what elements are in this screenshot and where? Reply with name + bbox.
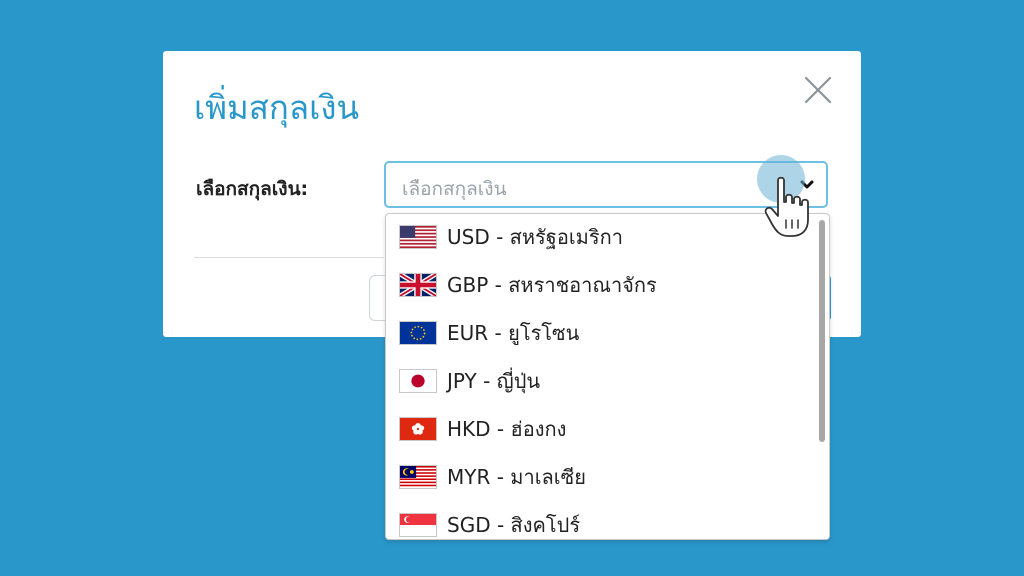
modal-title: เพิ่มสกุลเงิน xyxy=(194,88,360,127)
jp-flag-icon xyxy=(399,369,437,393)
option-jpy[interactable]: JPY - ญี่ปุ่น xyxy=(399,361,540,401)
hand-pointer-cursor-icon xyxy=(764,176,809,237)
option-label: JPY - ญี่ปุ่น xyxy=(447,369,541,393)
dropdown-scrollbar[interactable] xyxy=(819,220,825,442)
uk-flag-icon xyxy=(399,273,437,297)
us-flag-icon xyxy=(399,225,437,249)
option-label: HKD - ฮ่องกง xyxy=(447,417,567,441)
eu-flag-icon xyxy=(399,321,437,345)
option-gbp[interactable]: GBP - สหราชอาณาจักร xyxy=(399,265,657,305)
currency-dropdown-list[interactable]: USD - สหรัฐอเมริกา GBP - สหราชอาณาจักร E… xyxy=(385,213,830,540)
currency-field-label: เลือกสกุลเงิน: xyxy=(196,178,309,200)
option-usd[interactable]: USD - สหรัฐอเมริกา xyxy=(399,217,623,257)
close-button[interactable] xyxy=(803,75,833,105)
option-label: GBP - สหราชอาณาจักร xyxy=(447,273,657,297)
my-flag-icon xyxy=(399,465,437,489)
sg-flag-icon xyxy=(399,513,437,537)
option-eur[interactable]: EUR - ยูโรโซน xyxy=(399,313,579,353)
option-label: SGD - สิงคโปร์ xyxy=(447,513,581,537)
close-icon xyxy=(804,76,832,104)
option-sgd[interactable]: SGD - สิงคโปร์ xyxy=(399,505,581,539)
option-hkd[interactable]: HKD - ฮ่องกง xyxy=(399,409,566,449)
hk-flag-icon xyxy=(399,417,437,441)
option-myr[interactable]: MYR - มาเลเซีย xyxy=(399,457,586,497)
option-label: EUR - ยูโรโซน xyxy=(447,321,580,345)
cancel-button[interactable] xyxy=(369,275,385,321)
modal-divider xyxy=(194,257,384,258)
option-label: MYR - มาเลเซีย xyxy=(447,465,586,489)
option-label: USD - สหรัฐอเมริกา xyxy=(447,225,623,249)
select-placeholder: เลือกสกุลเงิน xyxy=(402,178,507,200)
